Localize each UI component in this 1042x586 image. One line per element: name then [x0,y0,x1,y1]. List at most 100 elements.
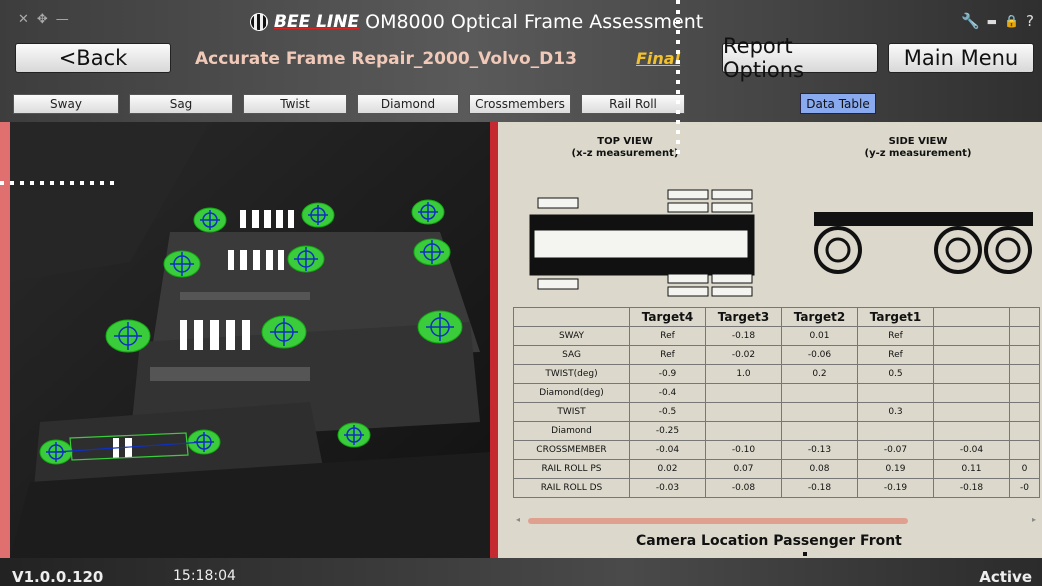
row-label: CROSSMEMBER [513,440,630,460]
row-label: RAIL ROLL PS [513,459,630,479]
tab-sag[interactable]: Sag [129,94,233,114]
table-header-row: Target4 Target3 Target2 Target1 [513,307,1040,327]
table-cell: -0.4 [629,383,706,403]
table-cell [933,421,1010,441]
window-controls[interactable]: ✕✥— [18,12,77,27]
table-cell: 0.19 [857,459,934,479]
table-cell: 1.0 [705,364,782,384]
table-header[interactable]: Target1 [857,307,934,327]
tab-crossmembers[interactable]: Crossmembers [469,94,571,114]
version-label: V1.0.0.120 [12,568,104,586]
table-cell: -0.25 [629,421,706,441]
camera-image [10,122,490,558]
table-cell: Ref [629,326,706,346]
row-label: Diamond(deg) [513,383,630,403]
top-view-header: TOP VIEW (x-z measurement) [571,136,679,159]
job-title: Accurate Frame Repair_2000_Volvo_D13 [195,49,577,69]
table-cell: -0.18 [933,478,1010,498]
table-cell [933,383,1010,403]
help-icon[interactable]: ? [1026,12,1034,30]
final-link[interactable]: Final [636,49,680,68]
data-panel: TOP VIEW (x-z measurement) SIDE VIEW (y-z … [490,122,1042,558]
status-state: Active [979,568,1032,586]
tab-twist[interactable]: Twist [243,94,347,114]
table-cell: Ref [857,345,934,365]
table-cell: 0.08 [781,459,858,479]
table-cell: -0.07 [857,440,934,460]
horizontal-scrollbar[interactable] [528,518,908,524]
table-cell: Ref [857,326,934,346]
table-cell: -0.04 [933,440,1010,460]
table-cell: -0.13 [781,440,858,460]
table-cell: -0.18 [781,478,858,498]
main-menu-button[interactable]: Main Menu [888,43,1034,73]
table-cell [1009,345,1040,365]
table-row: RAIL ROLL PS 0.02 0.07 0.08 0.19 0.11 0 [513,459,1040,479]
table-header [513,307,630,327]
table-cell: 0.01 [781,326,858,346]
tab-rail-roll[interactable]: Rail Roll [581,94,685,114]
data-table-button[interactable]: Data Table [800,93,876,114]
table-row: Diamond(deg) -0.4 [513,383,1040,403]
table-cell: 0.11 [933,459,1010,479]
table-cell: 0.5 [857,364,934,384]
table-cell [1009,364,1040,384]
table-cell [933,364,1010,384]
table-row: TWIST(deg) -0.9 1.0 0.2 0.5 [513,364,1040,384]
table-cell: 0 [1009,459,1040,479]
row-label: TWIST(deg) [513,364,630,384]
table-cell: -0.10 [705,440,782,460]
row-label: SWAY [513,326,630,346]
camera-location-label: Camera Location Passenger Front [636,533,902,549]
scroll-right-icon[interactable]: ▸ [1032,515,1036,524]
scroll-left-icon[interactable]: ◂ [516,515,520,524]
table-cell: Ref [629,345,706,365]
top-toolbar: ✕✥— BEE LINE OM8000 Optical Frame Assess… [0,0,1042,122]
table-cell [1009,421,1040,441]
tab-sway[interactable]: Sway [13,94,119,114]
table-header[interactable]: Target4 [629,307,706,327]
wrench-icon[interactable]: 🔧 [961,12,980,30]
table-cell [933,345,1010,365]
bee-logo-icon [250,13,268,31]
table-cell: -0.18 [705,326,782,346]
measurement-table: Target4 Target3 Target2 Target1 SWAY Ref -… [513,307,1040,498]
table-cell [705,402,782,422]
table-cell [1009,383,1040,403]
table-cell: -0.06 [781,345,858,365]
row-label: RAIL ROLL DS [513,478,630,498]
table-cell: 0.02 [629,459,706,479]
camera-feed[interactable] [10,122,490,558]
table-header [933,307,1010,327]
back-button[interactable]: <Back [15,43,171,73]
table-header[interactable]: Target3 [705,307,782,327]
table-row: Diamond -0.25 [513,421,1040,441]
app-brand: BEE LINE OM8000 Optical Frame Assessment [250,10,703,34]
table-row: SAG Ref -0.02 -0.06 Ref [513,345,1040,365]
table-cell: -0.08 [705,478,782,498]
frame-diagram [529,189,1033,297]
row-label: TWIST [513,402,630,422]
table-row: CROSSMEMBER -0.04 -0.10 -0.13 -0.07 -0.04 [513,440,1040,460]
table-cell [705,421,782,441]
row-label: Diamond [513,421,630,441]
app-title: OM8000 Optical Frame Assessment [365,11,704,33]
dotted-indicator-vertical [676,0,680,155]
table-cell [857,421,934,441]
table-cell [781,421,858,441]
table-cell [933,326,1010,346]
table-cell [705,383,782,403]
table-cell [857,383,934,403]
tab-diamond[interactable]: Diamond [357,94,459,114]
table-row: SWAY Ref -0.18 0.01 Ref [513,326,1040,346]
table-cell: -0.9 [629,364,706,384]
table-cell: -0.03 [629,478,706,498]
side-view-frame [814,212,1033,274]
table-row: RAIL ROLL DS -0.03 -0.08 -0.18 -0.19 -0.18 -0 [513,478,1040,498]
table-header[interactable]: Target2 [781,307,858,327]
table-header [1009,307,1040,327]
top-view-frame [529,189,755,297]
lock-icon[interactable]: 🔒 [1004,14,1019,28]
report-options-button[interactable]: Report Options [722,34,878,82]
clock-label: 15:18:04 [173,568,236,584]
